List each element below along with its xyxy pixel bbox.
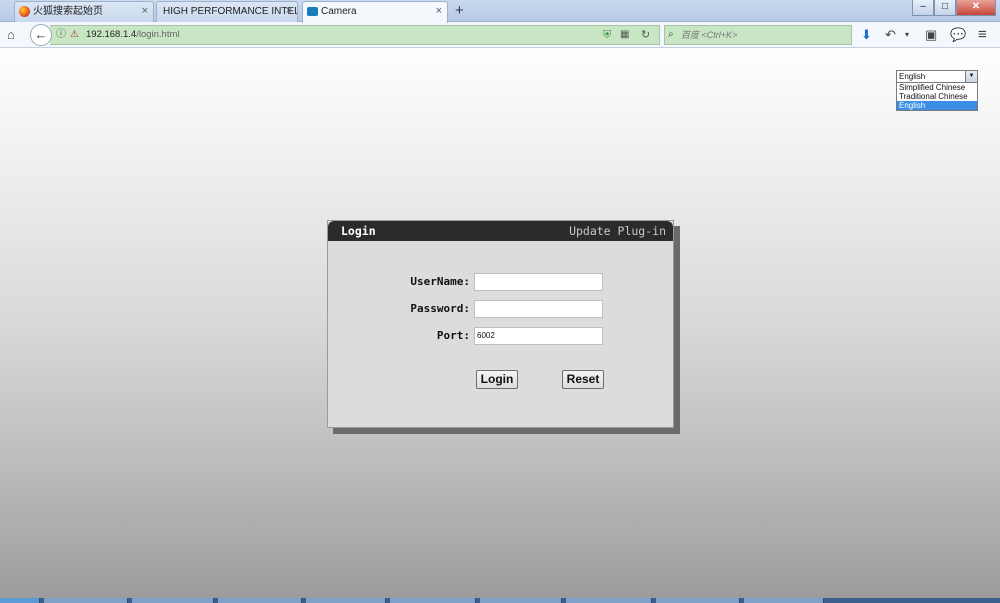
login-title: Login xyxy=(341,224,376,238)
download-icon[interactable]: ⬇ xyxy=(861,22,872,48)
port-row: Port: 6002 xyxy=(328,327,673,345)
reload-icon[interactable]: ↻ xyxy=(641,22,650,48)
login-panel: Login Update Plug-in UserName: Password:… xyxy=(327,220,674,428)
taskbar-item[interactable] xyxy=(656,598,740,603)
tab-high-performance[interactable]: HIGH PERFORMANCE INTEL... × xyxy=(156,1,298,22)
taskbar-item[interactable] xyxy=(132,598,214,603)
camera-icon xyxy=(307,7,318,16)
tab-camera[interactable]: Camera × xyxy=(302,1,448,23)
navigation-bar: ⌂ ⓘ ⚠ 192.168.1.4/login.html ⛨ ▦ ↻ ← ⌕ 百… xyxy=(0,22,1000,48)
username-field[interactable] xyxy=(474,273,603,291)
menu-icon[interactable]: ≡ xyxy=(978,22,987,48)
language-dropdown: Simplified Chinese Traditional Chinese E… xyxy=(896,83,978,111)
taskbar-item[interactable] xyxy=(566,598,652,603)
shield-icon[interactable]: ⛨ xyxy=(603,22,611,48)
tab-label: HIGH PERFORMANCE INTEL... xyxy=(163,6,298,17)
home-icon[interactable]: ⌂ xyxy=(7,22,15,48)
tab-label: 火狐搜索起始页 xyxy=(33,6,103,17)
taskbar-item[interactable] xyxy=(480,598,562,603)
chat-icon[interactable]: 💬 xyxy=(950,22,966,48)
language-option[interactable]: English xyxy=(897,101,977,110)
search-icon: ⌕ xyxy=(668,29,674,40)
firefox-icon xyxy=(19,6,30,17)
search-placeholder: 百度 <Ctrl+K> xyxy=(681,30,738,40)
username-row: UserName: xyxy=(328,273,673,291)
close-window-button[interactable]: ✕ xyxy=(956,0,996,16)
password-field[interactable] xyxy=(474,300,603,318)
update-plugin-link[interactable]: Update Plug-in xyxy=(569,221,666,241)
insecure-lock-icon[interactable]: ⚠ xyxy=(70,22,79,48)
language-select-current[interactable]: English ▼ xyxy=(896,70,978,83)
reset-button[interactable]: Reset xyxy=(562,370,604,389)
address-bar[interactable]: ⓘ ⚠ 192.168.1.4/login.html ⛨ ▦ ↻ xyxy=(50,25,660,45)
info-icon[interactable]: ⓘ xyxy=(56,22,66,48)
close-icon[interactable]: × xyxy=(142,2,148,21)
close-icon[interactable]: × xyxy=(436,2,442,21)
language-option[interactable]: Simplified Chinese xyxy=(897,83,977,92)
taskbar-item[interactable] xyxy=(390,598,476,603)
sidebar-icon[interactable]: ▣ xyxy=(925,22,937,48)
tab-start-page[interactable]: 火狐搜索起始页 × xyxy=(14,1,154,22)
language-option[interactable]: Traditional Chinese xyxy=(897,92,977,101)
back-button[interactable]: ← xyxy=(30,24,52,46)
taskbar-item[interactable] xyxy=(218,598,302,603)
minimize-button[interactable]: – xyxy=(912,0,934,16)
tab-label: Camera xyxy=(321,6,357,17)
new-tab-button[interactable]: + xyxy=(455,1,464,21)
chevron-down-icon[interactable]: ▾ xyxy=(905,22,909,48)
page-content: English ▼ Simplified Chinese Traditional… xyxy=(0,48,1000,598)
chevron-down-icon[interactable]: ▼ xyxy=(965,71,977,82)
password-label: Password: xyxy=(410,302,470,315)
undo-icon[interactable]: ↶ xyxy=(885,22,896,48)
start-button[interactable] xyxy=(0,598,40,603)
password-row: Password: xyxy=(328,300,673,318)
port-label: Port: xyxy=(436,329,470,342)
language-select[interactable]: English ▼ Simplified Chinese Traditional… xyxy=(896,70,978,111)
taskbar xyxy=(0,598,1000,603)
taskbar-item[interactable] xyxy=(306,598,386,603)
window-controls: – □ ✕ xyxy=(912,0,996,16)
url-text: 192.168.1.4/login.html xyxy=(86,29,180,40)
search-input[interactable]: ⌕ 百度 <Ctrl+K> xyxy=(664,25,852,45)
port-field[interactable]: 6002 xyxy=(474,327,603,345)
taskbar-item[interactable] xyxy=(44,598,128,603)
username-label: UserName: xyxy=(410,275,470,288)
close-icon[interactable]: × xyxy=(286,2,292,21)
login-button[interactable]: Login xyxy=(476,370,518,389)
tab-strip: 火狐搜索起始页 × HIGH PERFORMANCE INTEL... × Ca… xyxy=(0,0,1000,23)
maximize-button[interactable]: □ xyxy=(934,0,956,16)
login-header: Login Update Plug-in xyxy=(328,221,673,241)
taskbar-item[interactable] xyxy=(744,598,824,603)
qr-code-icon[interactable]: ▦ xyxy=(620,22,629,48)
